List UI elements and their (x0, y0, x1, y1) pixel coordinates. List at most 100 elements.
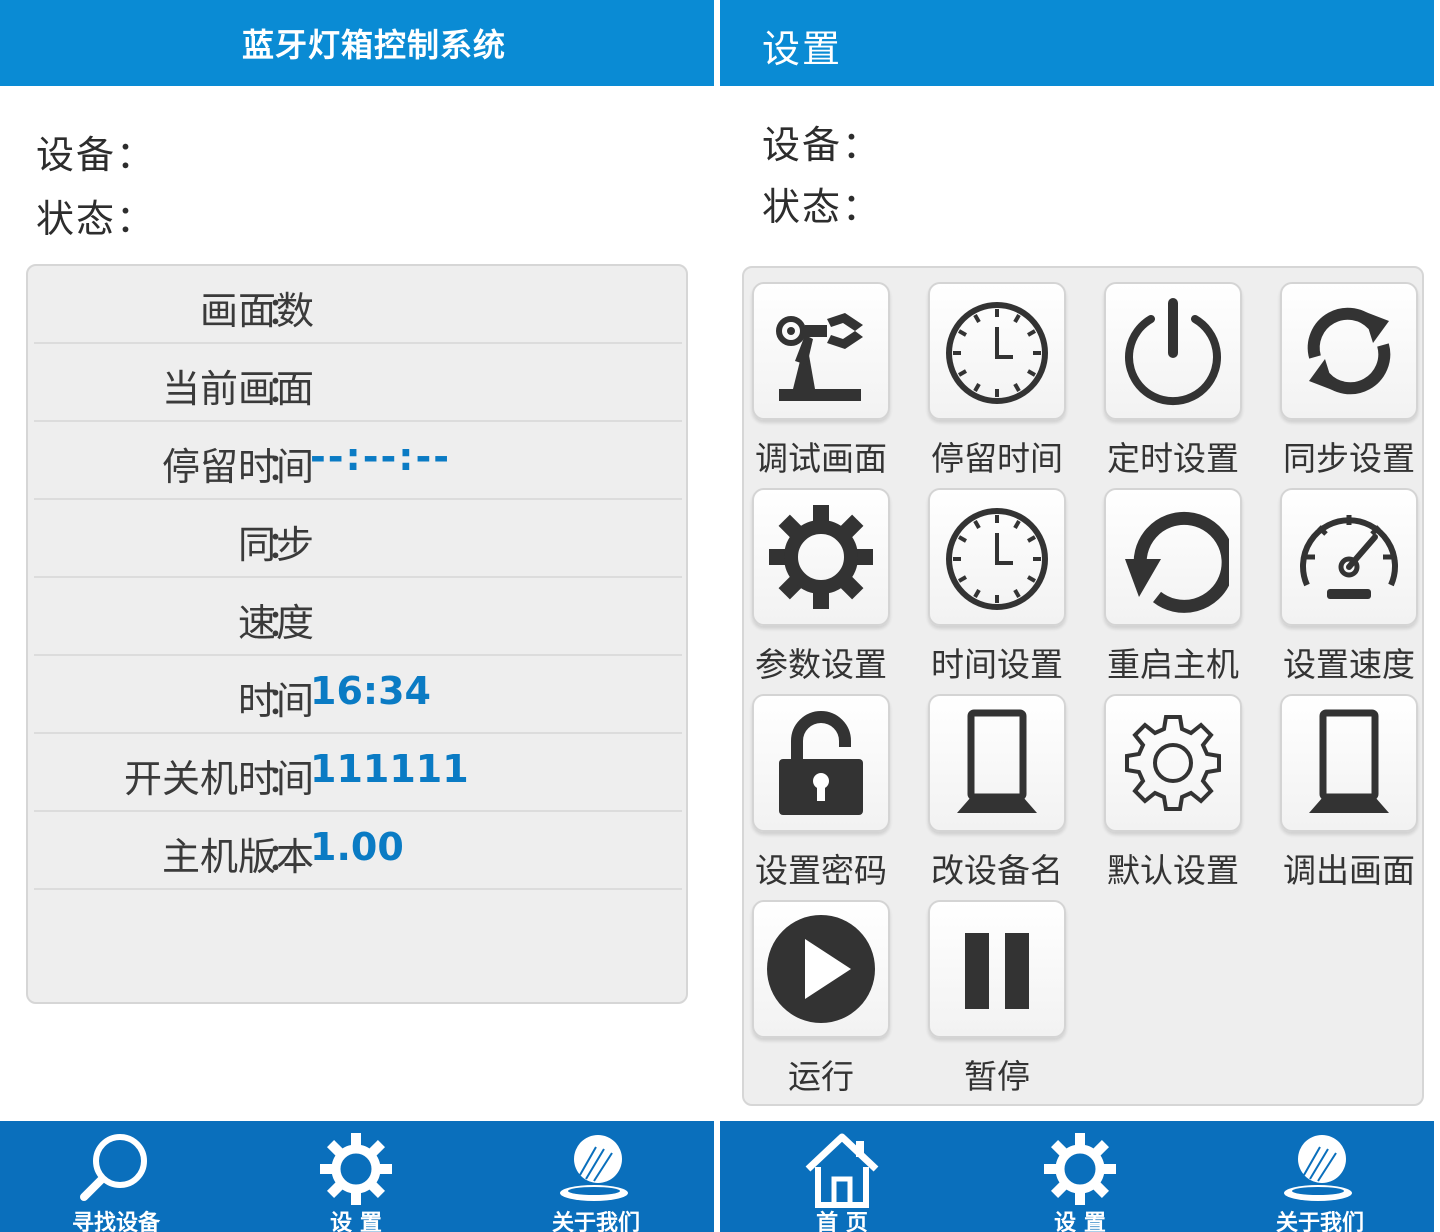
globe-icon (560, 1135, 628, 1201)
tile-button[interactable] (1280, 694, 1418, 832)
tile-label: 参数设置 (755, 645, 887, 684)
app-title: 蓝牙灯箱控制系统 (241, 26, 506, 64)
tile-rename-device[interactable]: 改设备名 (924, 680, 1100, 890)
tile-button[interactable] (928, 694, 1066, 832)
info-row-colon: ： (266, 523, 305, 567)
tile-button[interactable] (928, 488, 1066, 626)
tile-label: 设置密码 (755, 851, 887, 890)
info-row-colon: ： (266, 289, 305, 333)
tile-label: 运行 (788, 1057, 854, 1096)
device-info-panel: 画面数 ： 当前画面 ： 停留时间 ： --:--:-- 同步 ： 速度 ： 时… (26, 264, 688, 1004)
tile-button[interactable] (928, 900, 1066, 1038)
gear-icon (320, 1133, 392, 1205)
info-row-value: 111111 (310, 747, 469, 791)
device-label: 设备： (36, 133, 157, 177)
robot-arm-icon (776, 313, 863, 401)
info-row-sync: 同步 ： (34, 500, 682, 578)
info-row-dwell-time: 停留时间 ： --:--:-- (34, 422, 682, 500)
gear-outline-icon (1125, 715, 1221, 811)
tile-button[interactable] (752, 488, 890, 626)
globe-icon (1284, 1135, 1352, 1201)
tile-button[interactable] (1280, 488, 1418, 626)
info-row-firmware-version: 主机版本 ： 1.00 (34, 812, 682, 890)
tile-time-settings[interactable]: 时间设置 (924, 474, 1100, 684)
device-label: 设备： (762, 123, 883, 167)
info-row-speed: 速度 ： (34, 578, 682, 656)
tile-label: 时间设置 (931, 645, 1063, 684)
tile-button[interactable] (752, 694, 890, 832)
info-row-current-picture: 当前画面 ： (34, 344, 682, 422)
nav-about-us[interactable]: 关于我们 (516, 1121, 676, 1232)
nav-label: 设 置 (1054, 1211, 1106, 1232)
tile-restart-host[interactable]: 重启主机 (1100, 474, 1276, 684)
tile-recall-picture[interactable]: 调出画面 (1276, 680, 1434, 890)
tile-default-settings[interactable]: 默认设置 (1100, 680, 1276, 890)
tile-label: 定时设置 (1107, 439, 1239, 478)
gear-icon (1044, 1133, 1116, 1205)
tile-sync-settings[interactable]: 同步设置 (1276, 268, 1434, 478)
lightbox-icon (957, 709, 1037, 813)
tile-timer-settings[interactable]: 定时设置 (1100, 268, 1276, 478)
info-row-picture-count: 画面数 ： (34, 266, 682, 344)
settings-screen: 设置 设备： 状态： 调试画面 停留时间 定时设置 同步设置 参数设置 时间设置… (720, 0, 1434, 1232)
home-title-bar: 蓝牙灯箱控制系统 (0, 0, 714, 86)
unlock-icon (779, 711, 863, 815)
nav-settings[interactable]: 设 置 (1000, 1121, 1160, 1232)
status-label: 状态： (762, 185, 883, 229)
info-row-power-schedule: 开关机时间 ： 111111 (34, 734, 682, 812)
tile-label: 调出画面 (1283, 851, 1415, 890)
power-icon (1125, 298, 1221, 406)
nav-label: 首 页 (816, 1211, 868, 1232)
info-row-colon: ： (266, 835, 305, 879)
tile-label: 设置速度 (1283, 645, 1415, 684)
home-bottom-nav: 寻找设备 设 置 关于我们 (0, 1121, 714, 1232)
tile-button[interactable] (1104, 282, 1242, 420)
tile-button[interactable] (752, 282, 890, 420)
nav-settings[interactable]: 设 置 (276, 1121, 436, 1232)
info-row-colon: ： (266, 757, 305, 801)
nav-label: 寻找设备 (71, 1211, 160, 1232)
info-row-colon: ： (266, 601, 305, 645)
info-row-colon: ： (266, 679, 305, 723)
tile-label: 改设备名 (931, 851, 1063, 890)
gear-icon (769, 505, 873, 609)
tile-label: 暂停 (964, 1057, 1030, 1096)
settings-bottom-nav: 首 页 设 置 关于我们 (720, 1121, 1434, 1232)
nav-find-device[interactable]: 寻找设备 (36, 1121, 196, 1232)
home-screen: 蓝牙灯箱控制系统 设备： 状态： 画面数 ： 当前画面 ： 停留时间 ： --:… (0, 0, 714, 1232)
search-icon (80, 1134, 147, 1201)
info-row-value: 1.00 (310, 825, 404, 869)
tile-label: 停留时间 (931, 439, 1063, 478)
tile-pause[interactable]: 暂停 (924, 886, 1100, 1096)
tile-label: 默认设置 (1107, 851, 1239, 890)
home-icon (805, 1133, 879, 1208)
tile-parameter-settings[interactable]: 参数设置 (748, 474, 924, 684)
info-row-colon: ： (266, 367, 305, 411)
tile-set-speed[interactable]: 设置速度 (1276, 474, 1434, 684)
settings-grid-panel: 调试画面 停留时间 定时设置 同步设置 参数设置 时间设置 重启主机 设置速度 … (742, 266, 1424, 1106)
play-icon (767, 915, 875, 1023)
sync-icon (1307, 307, 1391, 395)
settings-title: 设置 (762, 27, 843, 71)
tile-set-password[interactable]: 设置密码 (748, 680, 924, 890)
tile-label: 调试画面 (755, 439, 887, 478)
tile-button[interactable] (1280, 282, 1418, 420)
nav-about-us[interactable]: 关于我们 (1240, 1121, 1400, 1232)
settings-title-bar: 设置 (720, 0, 1434, 86)
lightbox-icon (1309, 709, 1389, 813)
nav-home[interactable]: 首 页 (762, 1121, 922, 1232)
info-row-value: --:--:-- (310, 435, 452, 479)
info-row-time: 时间 ： 16:34 (34, 656, 682, 734)
pause-icon (965, 933, 1029, 1009)
tile-run[interactable]: 运行 (748, 886, 924, 1096)
tile-button[interactable] (928, 282, 1066, 420)
restart-icon (1125, 511, 1229, 613)
tile-button[interactable] (1104, 694, 1242, 832)
tile-dwell-time[interactable]: 停留时间 (924, 268, 1100, 478)
speedometer-icon (1300, 515, 1398, 599)
tile-button[interactable] (1104, 488, 1242, 626)
tile-label: 重启主机 (1107, 645, 1239, 684)
tile-button[interactable] (752, 900, 890, 1038)
tile-debug-picture[interactable]: 调试画面 (748, 268, 924, 478)
tile-label: 同步设置 (1283, 439, 1415, 478)
